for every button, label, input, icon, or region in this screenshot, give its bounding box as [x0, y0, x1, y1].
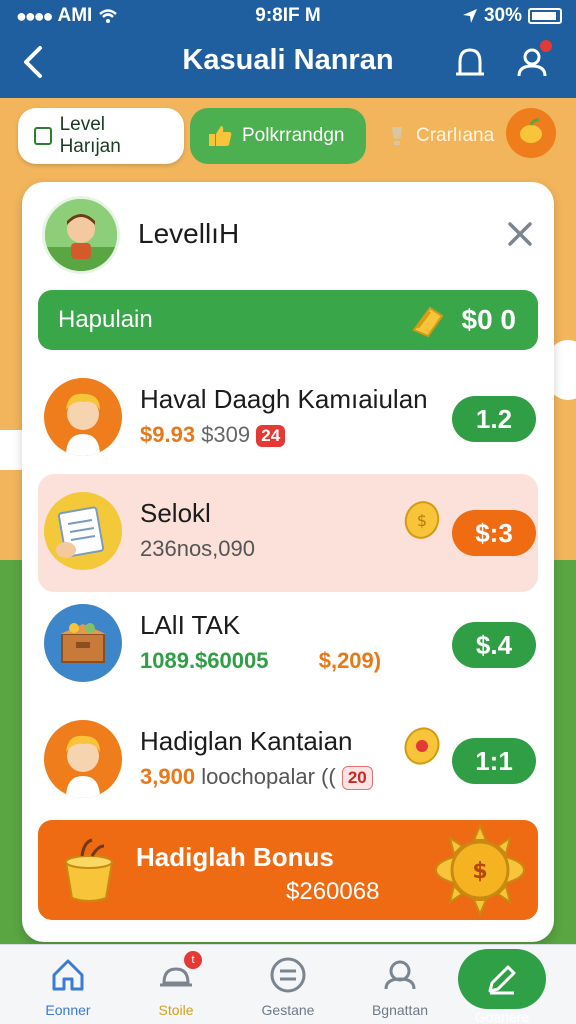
tab-label: Crarlıana: [416, 125, 495, 146]
tab-level[interactable]: Level Harıjan: [18, 108, 184, 164]
item-name: Haval Daagh Kamıaiulan: [140, 384, 428, 414]
avatar: [44, 378, 122, 456]
pot-icon: [64, 838, 114, 902]
profile-icon: [384, 960, 416, 990]
item-amount: 3,900 loochopalar (( 20: [140, 764, 373, 791]
nav-label: Eonner: [45, 1002, 91, 1018]
nav-store[interactable]: t Stoile: [126, 951, 226, 1021]
count-badge: 20: [341, 766, 373, 791]
score-pill[interactable]: 1.2: [452, 396, 536, 442]
category-tabs: Level Harıjan Polkrrandgn Crarlıana: [18, 108, 566, 168]
tab-label: Level Harıjan: [59, 114, 121, 157]
status-bar: ●●●● AMI 9:8IF M 30%: [0, 0, 576, 30]
thumbs-up-icon: [209, 126, 232, 146]
coin-icon: [404, 727, 440, 765]
score-pill[interactable]: 1:1: [452, 738, 536, 784]
menu-circle-icon: [270, 957, 306, 993]
summary-value: $0 0: [461, 304, 517, 335]
item-secondary-amount: loochopalar ((: [201, 764, 336, 789]
bonus-title: Hadiglah Bonus: [136, 842, 334, 872]
avatar: [44, 604, 122, 682]
item-primary-amount: $9.93: [140, 422, 196, 447]
item-name: LAlI TAK: [140, 610, 241, 640]
nav-home[interactable]: Eonner: [18, 951, 118, 1021]
user-icon: [456, 48, 484, 76]
home-icon: [52, 959, 84, 991]
item-amount: 1089.$60005 $,209): [140, 648, 381, 674]
checkbox-icon: [34, 127, 52, 145]
bottom-nav: Eonner t Stoile Gestane Bgnattan Goanere: [0, 944, 576, 1024]
location-arrow-icon: [462, 9, 477, 23]
trophy-icon: [392, 127, 402, 145]
notifications-button[interactable]: [514, 38, 554, 80]
level-card: LevellıH Hapulain $0 0 Haval Daagh Kamıa…: [22, 182, 554, 942]
list-item[interactable]: Hadiglan Kantaian 3,900 loochopalar (( 2…: [38, 702, 538, 820]
item-primary-amount: 236nos,090: [140, 536, 255, 561]
fruit-icon: [506, 108, 556, 158]
score-pill[interactable]: $.4: [452, 622, 536, 668]
nav-label: Goanere: [474, 1009, 530, 1024]
page-title: Kasuali Nanran: [182, 44, 394, 76]
nav-label: Stoile: [158, 1002, 194, 1018]
nav-create[interactable]: Goanere: [456, 947, 548, 1024]
nav-profile[interactable]: Bgnattan: [350, 951, 450, 1021]
edit-icon: [488, 965, 516, 995]
notification-badge: [538, 38, 554, 54]
item-primary-amount: 1089.$60005: [140, 648, 269, 673]
nav-label: Gestane: [261, 1002, 315, 1018]
avatar: [44, 720, 122, 798]
svg-text:$: $: [472, 859, 487, 884]
count-badge: 24: [256, 425, 286, 448]
item-secondary-amount: $309: [201, 422, 251, 447]
nav-badge: t: [184, 951, 202, 969]
battery-icon: [528, 8, 562, 24]
svg-text:$: $: [417, 511, 427, 530]
account-button[interactable]: [452, 44, 488, 80]
bonus-banner[interactable]: Hadiglah Bonus $260068 $: [38, 820, 538, 920]
avatar: [44, 492, 122, 570]
top-bar: ●●●● AMI 9:8IF M 30% Kasuali Nanran: [0, 0, 576, 98]
app-header: Kasuali Nanran: [0, 34, 576, 94]
coins-icon: [412, 306, 444, 338]
battery-percent: 30%: [483, 5, 522, 26]
tab-label: Polkrrandgn: [242, 125, 345, 146]
item-name: Selokl: [140, 498, 211, 528]
list-item[interactable]: LAlI TAK 1089.$60005 $,209) $.4: [38, 586, 538, 704]
close-button[interactable]: [502, 216, 538, 252]
tab-other[interactable]: Crarlıana: [382, 108, 562, 164]
item-secondary-amount: $,209): [318, 648, 382, 673]
summary-label: Hapulain: [58, 306, 153, 333]
card-header: LevellıH: [42, 196, 538, 276]
tab-rewards[interactable]: Polkrrandgn: [190, 108, 366, 164]
summary-bar[interactable]: Hapulain $0 0: [38, 290, 538, 350]
nav-menu[interactable]: Gestane: [238, 951, 338, 1021]
close-icon: [508, 222, 532, 246]
item-name: Hadiglan Kantaian: [140, 726, 353, 756]
item-primary-amount: 3,900: [140, 764, 196, 789]
bonus-amount: $260068: [286, 878, 380, 905]
nav-label: Bgnattan: [371, 1002, 429, 1018]
create-button[interactable]: [458, 949, 546, 1009]
player-avatar: [42, 196, 120, 274]
item-amount: $9.93 $309 24: [140, 422, 286, 448]
list-item-highlighted[interactable]: Selokl 236nos,090 $ $:3: [38, 474, 538, 592]
list-item[interactable]: Haval Daagh Kamıaiulan $9.93 $309 24 1.2: [38, 360, 538, 478]
card-title: LevellıH: [138, 218, 240, 249]
coin-icon: $: [404, 501, 440, 539]
gold-coin-icon: $: [435, 824, 525, 916]
score-pill[interactable]: $:3: [452, 510, 536, 556]
